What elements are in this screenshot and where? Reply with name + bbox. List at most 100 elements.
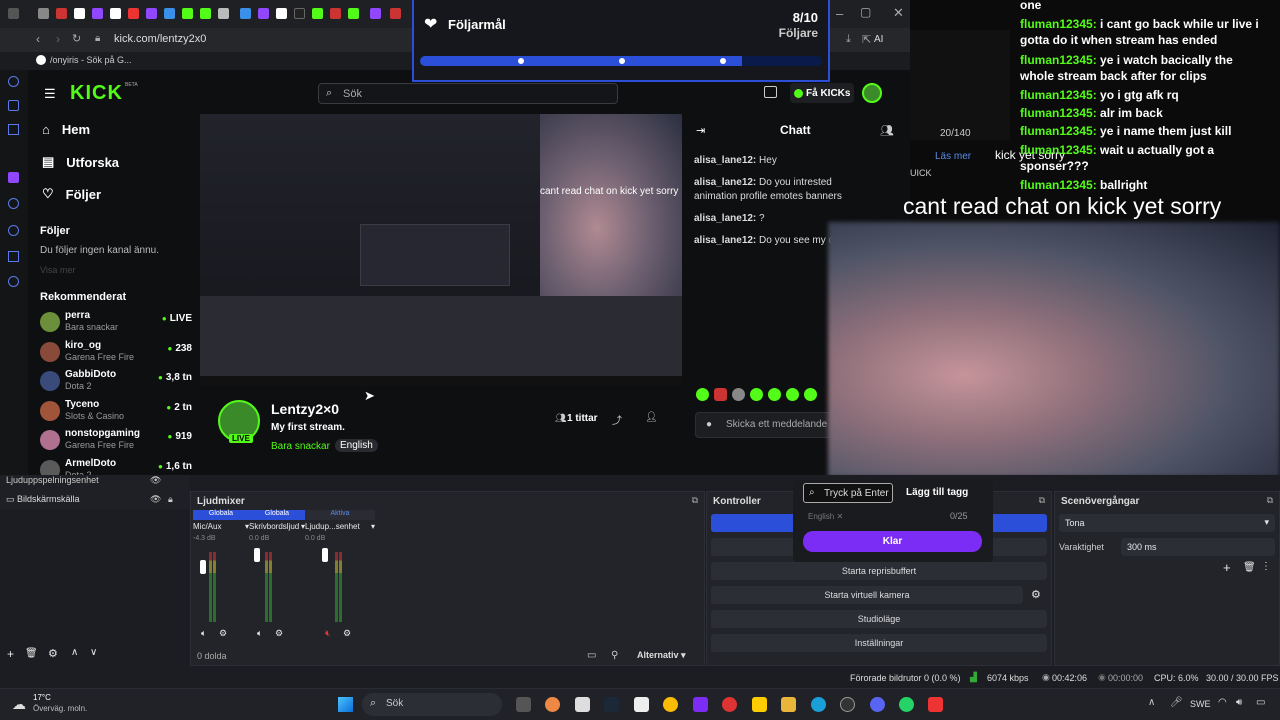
taskbar-search[interactable]: ⌕ Sök <box>362 693 502 716</box>
edge-icon[interactable] <box>811 697 826 712</box>
emote-icon[interactable] <box>714 388 727 401</box>
emote-icon[interactable] <box>732 388 745 401</box>
tab-favicon[interactable] <box>110 8 121 19</box>
visibility-icon[interactable]: 👁︎ <box>150 475 161 486</box>
chat-username[interactable]: alisa_lane12: <box>694 213 756 224</box>
menu-icon[interactable]: ☰ <box>44 86 56 102</box>
windows-start-icon[interactable] <box>338 697 353 712</box>
undock-icon[interactable]: ⧉ <box>1267 495 1273 506</box>
volume-icon[interactable]: 🔊︎ <box>1236 697 1242 708</box>
reload-icon[interactable]: ↻ <box>72 32 81 45</box>
recommended-channel[interactable]: GabbiDoto Dota 2 3,8 tn <box>40 369 192 395</box>
whatsapp-icon[interactable] <box>899 697 914 712</box>
nav-home[interactable]: ⌂ Hem <box>42 122 90 137</box>
app-icon[interactable] <box>928 697 943 712</box>
emote-icon[interactable] <box>786 388 799 401</box>
add-tag-button[interactable]: Lägg till tagg <box>906 487 968 498</box>
tab-favicon[interactable] <box>146 8 157 19</box>
tab-favicon[interactable] <box>200 8 211 19</box>
sidebar-icon[interactable] <box>8 124 19 135</box>
app-icon[interactable] <box>634 697 649 712</box>
url-field[interactable]: kick.com/lentzy2x0 <box>114 33 206 45</box>
tag-input[interactable]: ⌕ Tryck på Enter <box>803 483 893 503</box>
chrome-icon[interactable] <box>663 697 678 712</box>
replay-buffer-button[interactable]: Starta reprisbuffert <box>711 562 1047 580</box>
collapse-chat-icon[interactable]: ⇥ <box>696 124 705 137</box>
tab-favicon[interactable] <box>56 8 67 19</box>
tab-favicon[interactable] <box>38 8 49 19</box>
back-icon[interactable]: ‹ <box>36 32 40 46</box>
emote-icon[interactable] <box>696 388 709 401</box>
recommended-channel[interactable]: nonstopgaming Garena Free Fire 919 <box>40 428 192 454</box>
avatar[interactable] <box>862 83 882 103</box>
options-button[interactable]: Alternativ ▾ <box>637 650 686 661</box>
done-button[interactable]: Klar <box>803 531 982 552</box>
forward-icon[interactable]: › <box>56 32 60 46</box>
undock-icon[interactable]: ⧉ <box>1039 495 1045 506</box>
add-icon[interactable]: + <box>1223 560 1231 575</box>
gear-icon[interactable]: ⚙ <box>343 628 351 639</box>
tag-chip[interactable]: English ✕ <box>808 512 843 521</box>
obs-icon[interactable] <box>840 697 855 712</box>
minimize-icon[interactable]: – <box>836 6 843 21</box>
tab-favicon[interactable] <box>370 8 381 19</box>
video-player[interactable]: cant read chat on kick yet sorry <box>200 114 682 386</box>
move-down-icon[interactable]: ∨ <box>90 647 97 658</box>
search-input[interactable]: ⌕ Sök <box>318 83 618 104</box>
tab-favicon[interactable] <box>218 8 229 19</box>
emote-icon[interactable] <box>804 388 817 401</box>
sidebar-icon[interactable] <box>8 76 19 87</box>
recommended-channel[interactable]: Tyceno Slots & Casino 2 tn <box>40 399 192 425</box>
language-tag[interactable]: English <box>335 439 378 452</box>
tab-favicon[interactable] <box>390 8 401 19</box>
recommended-channel[interactable]: perra Bara snackar LIVE <box>40 310 192 336</box>
gear-icon[interactable]: ⚙ <box>275 628 283 639</box>
discord-icon[interactable] <box>870 697 885 712</box>
settings-icon[interactable] <box>8 276 19 287</box>
gear-icon[interactable]: ⚙ <box>48 647 58 660</box>
tab-favicon[interactable] <box>330 8 341 19</box>
volume-slider[interactable] <box>200 560 206 574</box>
download-icon[interactable]: ⤓ <box>846 33 851 46</box>
undock-icon[interactable]: ⧉ <box>692 495 698 506</box>
wifi-icon[interactable]: ◠ <box>1218 697 1227 708</box>
nav-browse[interactable]: ▤ Utforska <box>42 154 119 170</box>
chat-username[interactable]: alisa_lane12: <box>694 177 756 188</box>
app-icon[interactable] <box>545 697 560 712</box>
tab-favicon[interactable] <box>294 8 305 19</box>
emote-icon[interactable] <box>750 388 763 401</box>
tab-favicon[interactable] <box>182 8 193 19</box>
source-item[interactable]: ▭ Bildskärmskälla <box>6 494 80 505</box>
sidebar-icon[interactable] <box>8 198 19 209</box>
app-icon[interactable] <box>693 697 708 712</box>
delete-icon[interactable]: 🗑︎ <box>25 648 38 659</box>
nav-following[interactable]: ♡ Följer <box>42 186 101 202</box>
sidebar-icon[interactable] <box>8 225 19 236</box>
read-more-link[interactable]: Läs mer <box>935 151 971 162</box>
file-icon[interactable] <box>575 697 590 712</box>
streamer-name[interactable]: Lentzy2×0 <box>271 401 339 417</box>
follow-icon[interactable]: 👤︎ <box>645 412 658 423</box>
sidebar-icon[interactable] <box>8 100 19 111</box>
speaker-icon[interactable]: 🔈︎ <box>201 628 206 639</box>
tab-favicon[interactable] <box>258 8 269 19</box>
gear-icon[interactable]: ⚙ <box>1031 588 1041 601</box>
volume-slider[interactable] <box>254 548 260 562</box>
chevron-down-icon[interactable]: ▾ <box>371 522 375 531</box>
tab-favicon[interactable] <box>74 8 85 19</box>
link-icon[interactable]: ⚲ <box>611 650 618 661</box>
sidebar-toggle-icon[interactable] <box>8 8 19 19</box>
chat-username[interactable]: alisa_lane12: <box>694 235 756 246</box>
lock-icon[interactable]: 🔒︎ <box>168 494 173 505</box>
add-icon[interactable]: + <box>7 647 14 661</box>
tab-favicon[interactable] <box>92 8 103 19</box>
tab-favicon[interactable] <box>276 8 287 19</box>
studio-mode-button[interactable]: Studioläge <box>711 610 1047 628</box>
gear-icon[interactable]: ⚙ <box>219 628 227 639</box>
tab-favicon[interactable] <box>164 8 175 19</box>
muted-speaker-icon[interactable]: 🔇︎ <box>325 628 331 639</box>
twitch-icon[interactable] <box>8 172 19 183</box>
chat-input[interactable]: ● Skicka ett meddelande <box>695 412 835 438</box>
folder-icon[interactable] <box>781 697 796 712</box>
get-kicks-button[interactable]: Få KICKs <box>790 83 854 103</box>
